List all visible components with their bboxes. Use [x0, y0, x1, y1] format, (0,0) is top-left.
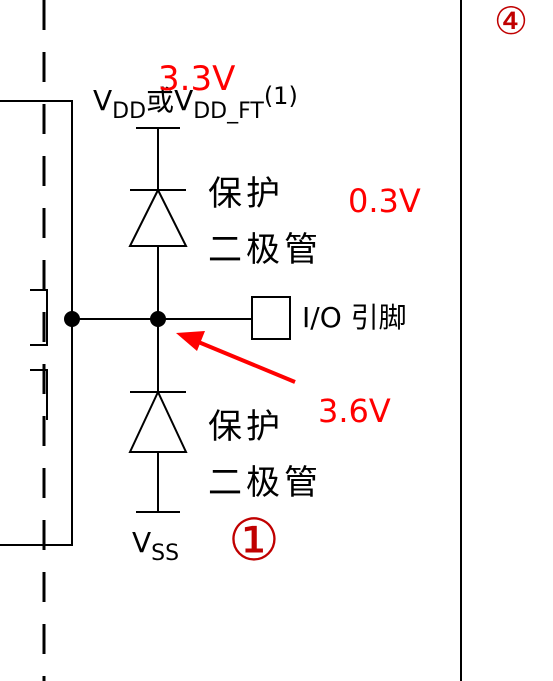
io-pin-label: I/O 引脚 — [302, 301, 407, 334]
red-arrow-head — [176, 331, 205, 351]
bottom-diode-label-line1: 保护 — [208, 407, 284, 447]
voltage-annotation-pin: 3.6V — [318, 392, 391, 430]
top-diode-label-line1: 保护 — [208, 174, 284, 214]
circled-number-1: ① — [228, 506, 280, 574]
junction-dot-center — [150, 311, 166, 327]
bottom-diode-label-line2: 二极管 — [208, 463, 322, 503]
vss-label: VSS — [132, 526, 179, 566]
top-diode-label-line2: 二极管 — [208, 230, 322, 270]
voltage-annotation-diode: 0.3V — [348, 182, 421, 220]
bottom-diode-triangle — [128, 389, 188, 453]
internal-box-outline — [0, 100, 73, 546]
red-arrow-shaft — [195, 339, 296, 384]
voltage-annotation-top: 3.3V — [158, 59, 235, 99]
circled-number-4: ④ — [494, 0, 528, 43]
top-diode-triangle — [128, 187, 188, 247]
io-pin-square — [251, 296, 291, 340]
junction-dot-left — [64, 311, 80, 327]
protection-diode-diagram: VDD或VDD_FT(1) VSS 保护 二极管 保护 二极管 I/O 引脚 3… — [0, 0, 528, 681]
